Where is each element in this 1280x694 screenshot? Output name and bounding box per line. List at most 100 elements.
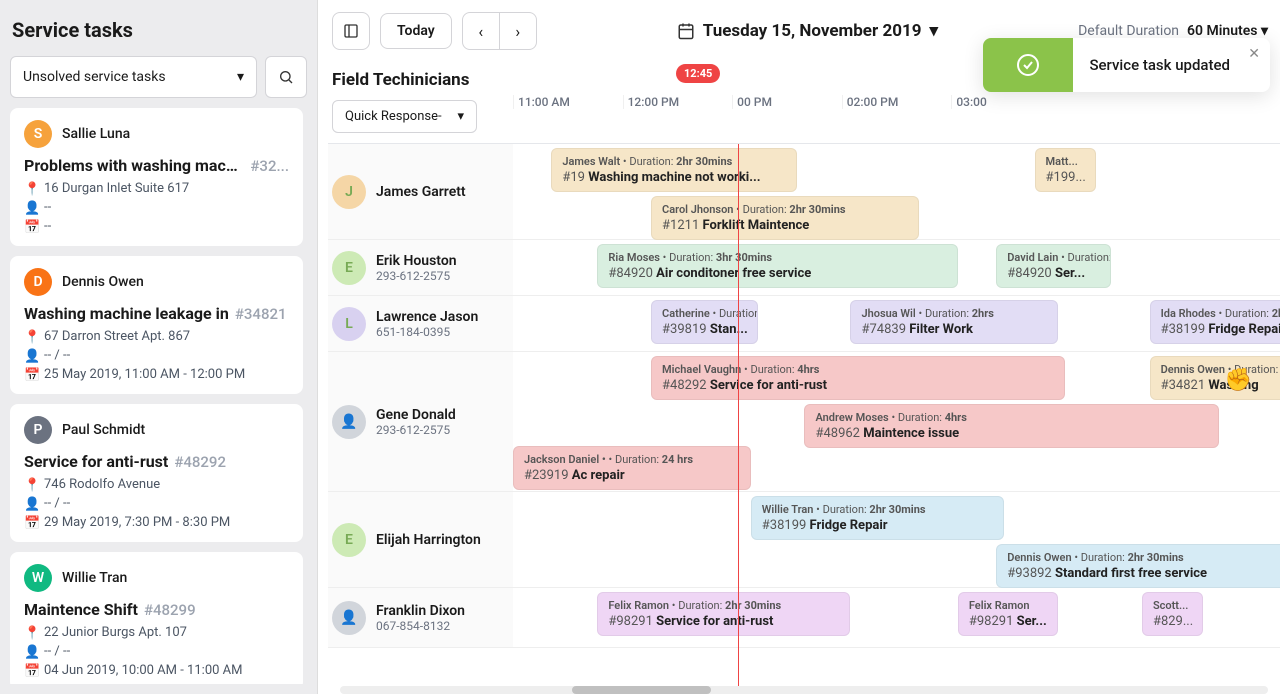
task-id: #34821 <box>235 305 287 323</box>
team-select[interactable]: Quick Response- ▾ <box>332 100 477 133</box>
task-card[interactable]: S Sallie Luna Problems with washing mach… <box>10 108 303 246</box>
sidebar-title: Service tasks <box>12 18 307 42</box>
scheduled-task[interactable]: Dennis Owen • Duration: 2 #34821 Washing <box>1150 356 1280 400</box>
person-icon: 👤 <box>24 497 38 511</box>
scheduled-task[interactable]: Jhosua Wil • Duration: 2hrs #74839 Filte… <box>850 300 1057 344</box>
technician-name: James Garrett <box>376 184 466 200</box>
now-time-badge: 12:45 <box>676 64 720 83</box>
task-people: -- / -- <box>44 348 70 363</box>
location-icon: 📍 <box>24 626 38 640</box>
task-address: 746 Rodolfo Avenue <box>44 477 160 492</box>
task-id: #32... <box>250 157 289 175</box>
technician-row: 👤 Franklin Dixon 067-854-8132 Felix Ramo… <box>328 588 1280 648</box>
task-card[interactable]: W Willie Tran Maintence Shift #48299 📍22… <box>10 552 303 684</box>
scheduled-task[interactable]: Matt... #199... <box>1035 148 1096 192</box>
task-title: Washing machine leakage in <box>24 304 229 323</box>
chevron-down-icon: ▾ <box>237 69 244 85</box>
calendar-icon: 📅 <box>24 368 38 382</box>
calendar-icon: 📅 <box>24 516 38 530</box>
scheduled-task[interactable]: James Walt • Duration: 2hr 30mins #19 Wa… <box>551 148 796 192</box>
task-date: 04 Jun 2019, 10:00 AM - 11:00 AM <box>44 663 243 678</box>
technician-row: 👤 Gene Donald 293-612-2575 Michael Vaugh… <box>328 352 1280 492</box>
task-card[interactable]: P Paul Schmidt Service for anti-rust #48… <box>10 404 303 542</box>
main-panel: Today ‹ › Tuesday 15, November 2019 ▾ De… <box>318 0 1280 694</box>
scheduled-task[interactable]: Carol Jhonson • Duration: 2hr 30mins #12… <box>651 196 919 240</box>
task-date: 25 May 2019, 11:00 AM - 12:00 PM <box>44 367 245 382</box>
scheduled-task[interactable]: Felix Ramon • Duration: 2hr 30mins #9829… <box>597 592 850 636</box>
task-address: 67 Darron Street Apt. 867 <box>44 329 190 344</box>
task-people: -- / -- <box>44 496 70 511</box>
chevron-down-icon: ▾ <box>929 21 938 41</box>
current-date: Tuesday 15, November 2019 <box>703 21 922 41</box>
scheduled-task[interactable]: David Lain • Duration: ... #84920 Ser... <box>996 244 1111 288</box>
scheduled-task[interactable]: Ida Rhodes • Duration: 2h #38199 Fridge … <box>1150 300 1280 344</box>
technician-cell: E Erik Houston 293-612-2575 <box>328 240 513 295</box>
search-button[interactable] <box>265 56 307 98</box>
duration-select[interactable]: 60 Minutes ▾ <box>1187 23 1268 39</box>
cursor-icon: ✊ <box>1225 368 1252 393</box>
scheduled-task[interactable]: Ria Moses • Duration: 3hr 30mins #84920 … <box>597 244 957 288</box>
avatar: D <box>24 268 52 296</box>
next-day-button[interactable]: › <box>499 12 537 50</box>
today-button[interactable]: Today <box>380 13 452 49</box>
time-cell: 00 PM <box>732 95 842 109</box>
task-date: 29 May 2019, 7:30 PM - 8:30 PM <box>44 515 230 530</box>
technician-cell: 👤 Franklin Dixon 067-854-8132 <box>328 588 513 647</box>
scheduled-task[interactable]: Andrew Moses • Duration: 4hrs #48962 Mai… <box>804 404 1218 448</box>
technician-lane[interactable]: James Walt • Duration: 2hr 30mins #19 Wa… <box>513 144 1280 239</box>
calendar-icon <box>677 22 695 40</box>
avatar: E <box>332 523 366 557</box>
scheduled-task[interactable]: Jackson Daniel • • Duration: 24 hrs #239… <box>513 446 751 490</box>
location-icon: 📍 <box>24 182 38 196</box>
technician-lane[interactable]: Willie Tran • Duration: 2hr 30mins #3819… <box>513 492 1280 587</box>
filter-select[interactable]: Unsolved service tasks ▾ <box>10 56 257 98</box>
technician-phone: 293-612-2575 <box>376 269 457 283</box>
location-icon: 📍 <box>24 330 38 344</box>
technician-phone: 651-184-0395 <box>376 325 478 339</box>
duration-value: 60 Minutes <box>1187 23 1257 39</box>
calendar-icon: 📅 <box>24 220 38 234</box>
technician-lane[interactable]: Ria Moses • Duration: 3hr 30mins #84920 … <box>513 240 1280 295</box>
team-select-value: Quick Response- <box>345 109 442 124</box>
scheduled-task[interactable]: Michael Vaughn • Duration: 4hrs #48292 S… <box>651 356 1065 400</box>
toggle-sidebar-button[interactable] <box>332 12 370 50</box>
schedule-body: J James Garrett James Walt • Duration: 2… <box>328 144 1280 686</box>
scheduled-task[interactable]: Willie Tran • Duration: 2hr 30mins #3819… <box>751 496 1004 540</box>
technicians-heading: Field Techinicians <box>332 70 513 90</box>
technician-row: E Erik Houston 293-612-2575 Ria Moses • … <box>328 240 1280 296</box>
technician-phone: 067-854-8132 <box>376 619 465 633</box>
technician-phone: 293-612-2575 <box>376 423 456 437</box>
toast-notification: Service task updated ✕ <box>983 38 1270 92</box>
avatar: J <box>332 175 366 209</box>
task-address: 22 Junior Burgs Apt. 107 <box>44 625 187 640</box>
toast-success-icon <box>983 38 1073 92</box>
technician-cell: J James Garrett <box>328 144 513 239</box>
location-icon: 📍 <box>24 478 38 492</box>
prev-day-button[interactable]: ‹ <box>462 12 500 50</box>
horizontal-scrollbar[interactable] <box>340 686 1268 694</box>
avatar: E <box>332 251 366 285</box>
technician-lane[interactable]: Michael Vaughn • Duration: 4hrs #48292 S… <box>513 352 1280 491</box>
now-line <box>738 144 739 686</box>
task-title: Problems with washing machine <box>24 156 244 175</box>
task-card[interactable]: D Dennis Owen Washing machine leakage in… <box>10 256 303 394</box>
technician-name: Erik Houston <box>376 253 457 269</box>
search-icon <box>278 69 294 85</box>
technician-lane[interactable]: Catherine • Duration: ... #39819 Stan...… <box>513 296 1280 351</box>
scheduled-task[interactable]: Catherine • Duration: ... #39819 Stan... <box>651 300 758 344</box>
technician-name: Gene Donald <box>376 407 456 423</box>
toast-close-button[interactable]: ✕ <box>1248 46 1260 62</box>
toast-text: Service task updated <box>1073 38 1270 92</box>
sidebar: Service tasks Unsolved service tasks ▾ S… <box>0 0 318 694</box>
scheduled-task[interactable]: Dennis Owen • Duration: 2hr 30mins #9389… <box>996 544 1280 588</box>
person-icon: 👤 <box>24 201 38 215</box>
time-cell: 03:00 <box>951 95 1061 109</box>
scheduled-task[interactable]: Scott... #829... <box>1142 592 1203 636</box>
scrollbar-thumb[interactable] <box>572 686 711 694</box>
scheduled-task[interactable]: Felix Ramon #98291 Ser... <box>958 592 1058 636</box>
chevron-down-icon: ▾ <box>457 109 464 124</box>
technician-lane[interactable]: Felix Ramon • Duration: 2hr 30mins #9829… <box>513 588 1280 647</box>
avatar: 👤 <box>332 405 366 439</box>
time-cell: 02:00 PM <box>842 95 952 109</box>
avatar: W <box>24 564 52 592</box>
